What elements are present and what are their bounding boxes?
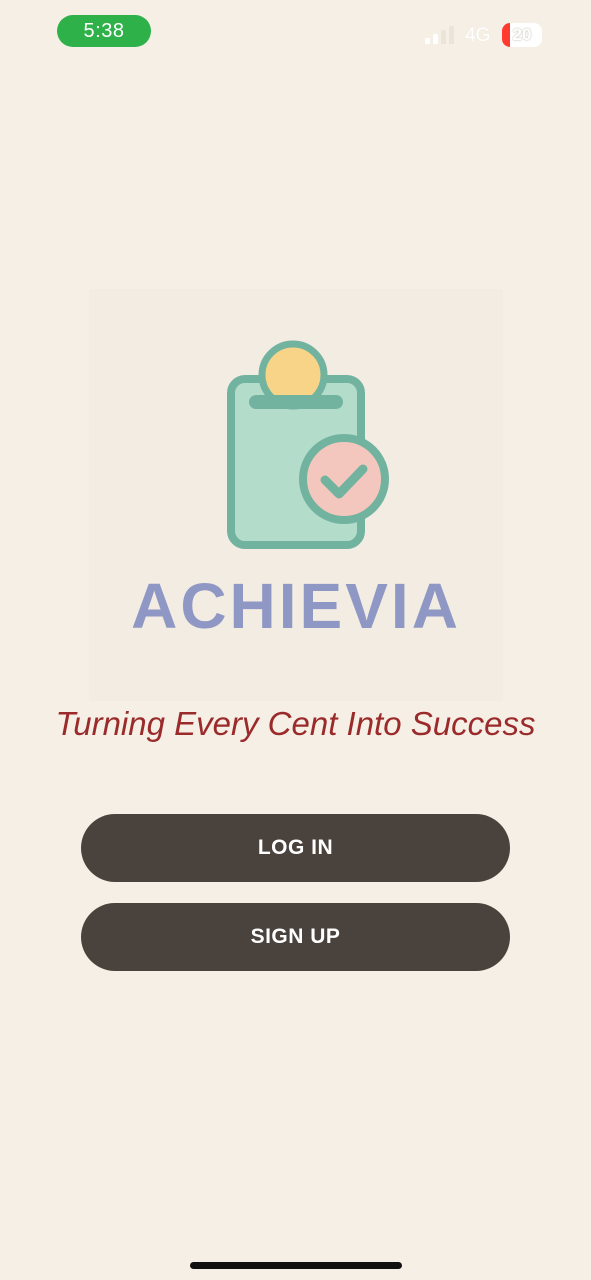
logo-card: ACHIEVIA [89, 289, 503, 701]
brand-name: ACHIEVIA [131, 570, 461, 642]
signup-button[interactable]: SIGN UP [81, 903, 510, 971]
battery-icon: 20 [502, 23, 542, 47]
signal-icon [425, 26, 455, 44]
login-button[interactable]: LOG IN [81, 814, 510, 882]
clipboard-coin-check-icon [227, 340, 389, 549]
tagline: Turning Every Cent Into Success [55, 705, 536, 742]
battery-level: 20 [512, 25, 532, 44]
status-bar: 5:38 4G 20 [0, 0, 591, 64]
status-time: 5:38 [57, 15, 151, 47]
network-type: 4G [465, 25, 491, 46]
home-indicator[interactable] [190, 1262, 402, 1269]
